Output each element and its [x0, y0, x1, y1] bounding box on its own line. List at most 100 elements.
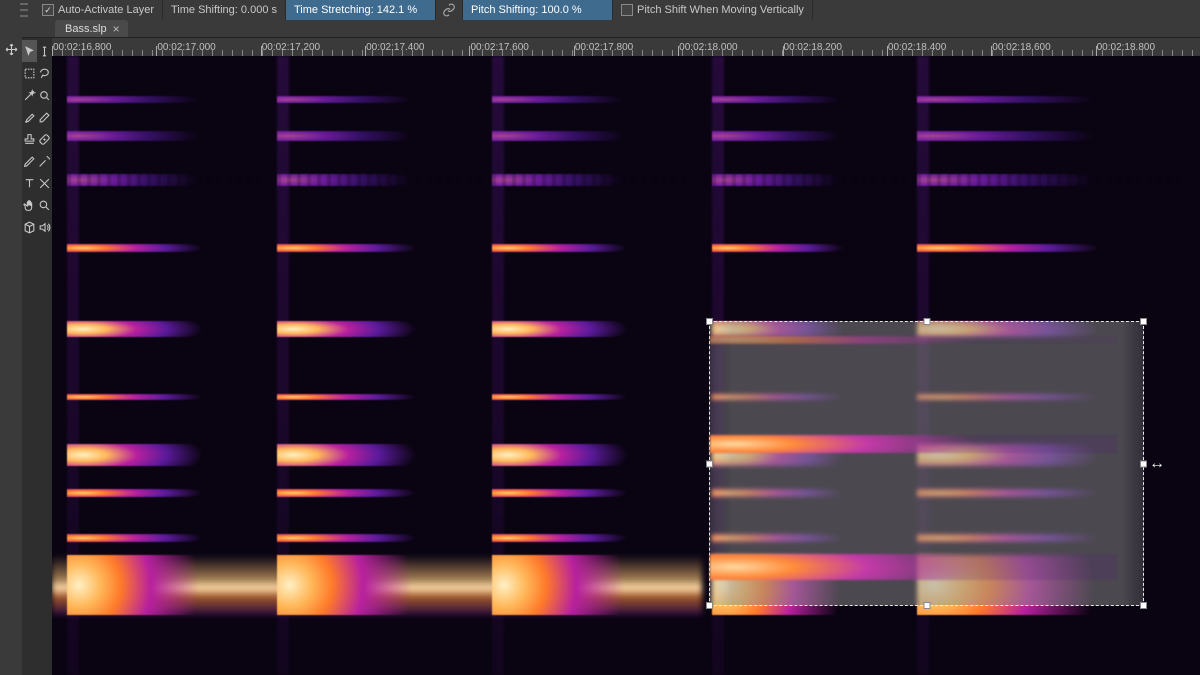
- hand-tool[interactable]: [22, 194, 37, 216]
- link-icon: [440, 3, 458, 17]
- link-toggle[interactable]: [436, 0, 463, 20]
- ruler-time-label: 00:02:17.400: [366, 42, 424, 53]
- pitch-vert-label: Pitch Shift When Moving Vertically: [637, 4, 804, 16]
- selection-content: [710, 322, 1143, 605]
- spectral-segment: [277, 96, 482, 103]
- harmonic-band: [52, 174, 1200, 186]
- spectral-segment: [492, 444, 692, 466]
- ruler-time-label: 00:02:17.200: [262, 42, 320, 53]
- wand-tool[interactable]: [22, 84, 37, 106]
- stamp-tool[interactable]: [22, 128, 37, 150]
- resize-handle-w[interactable]: [706, 460, 713, 467]
- ruler-time-label: 00:02:17.600: [470, 42, 528, 53]
- speaker-tool[interactable]: [37, 216, 52, 238]
- resize-handle-n[interactable]: [923, 318, 930, 325]
- spectral-segment: [492, 321, 692, 337]
- type-tool[interactable]: [22, 172, 37, 194]
- eraser-tool[interactable]: [37, 106, 52, 128]
- resize-handle-se[interactable]: [1140, 602, 1147, 609]
- document-tab[interactable]: Bass.slp ×: [55, 20, 128, 37]
- pitch-shifting-field[interactable]: Pitch Shifting: 100.0 %: [463, 0, 613, 20]
- spectral-segment: [67, 96, 267, 103]
- spectral-segment: [277, 534, 482, 542]
- spectral-segment: [67, 244, 267, 252]
- spectral-segment: [67, 131, 267, 141]
- move-tool[interactable]: [1, 38, 21, 60]
- spectral-segment: [492, 131, 692, 141]
- time-shifting-field[interactable]: Time Shifting: 0.000 s: [163, 0, 286, 20]
- pointer-tool[interactable]: [22, 40, 37, 62]
- spectral-segment: [492, 489, 692, 497]
- pitch-shifting-value: 100.0 %: [541, 4, 581, 16]
- magic-select-tool[interactable]: [37, 84, 52, 106]
- spectral-segment: [917, 174, 1187, 186]
- selection-marquee[interactable]: ↔: [709, 321, 1144, 606]
- time-stretching-field[interactable]: Time Stretching: 142.1 %: [286, 0, 436, 20]
- spectral-segment: [277, 321, 482, 337]
- spectral-segment: [67, 394, 267, 401]
- document-tab-row: Bass.slp ×: [0, 20, 1200, 38]
- pitch-shift-vertical-toggle[interactable]: Pitch Shift When Moving Vertically: [613, 0, 813, 20]
- top-toolbar: Auto-Activate Layer Time Shifting: 0.000…: [0, 0, 1200, 20]
- auto-activate-label: Auto-Activate Layer: [58, 4, 154, 16]
- spectral-segment: [67, 444, 267, 466]
- selection-band: [710, 554, 1117, 580]
- spectral-segment: [492, 96, 692, 103]
- spectral-segment: [67, 555, 267, 615]
- heal-tool[interactable]: [37, 128, 52, 150]
- spectral-segment: [917, 96, 1187, 103]
- pen-tool[interactable]: [22, 150, 37, 172]
- cube-tool[interactable]: [22, 216, 37, 238]
- toolbar-grip-icon[interactable]: [20, 3, 28, 17]
- marquee-tool[interactable]: [22, 62, 37, 84]
- ruler-time-label: 00:02:18.800: [1097, 42, 1155, 53]
- timeline-ruler[interactable]: 00:02:16.800 00:02:17.000 00:02:17.200 00:0…: [52, 38, 1200, 56]
- close-icon[interactable]: ×: [113, 23, 120, 35]
- spectral-segment: [917, 244, 1187, 252]
- pitch-shifting-label: Pitch Shifting:: [471, 4, 538, 16]
- transform-tool[interactable]: [37, 172, 52, 194]
- spectral-segment: [492, 244, 692, 252]
- ruler-time-label: 00:02:17.000: [157, 42, 215, 53]
- tool-strip-left: [0, 20, 22, 675]
- harmonic-band: [52, 131, 1200, 141]
- resize-handle-s[interactable]: [923, 602, 930, 609]
- auto-activate-layer-toggle[interactable]: Auto-Activate Layer: [34, 0, 163, 20]
- time-stretching-value: 142.1 %: [377, 4, 417, 16]
- time-shifting-label: Time Shifting:: [171, 4, 238, 16]
- spectral-segment: [712, 174, 907, 186]
- zoom-tool[interactable]: [37, 194, 52, 216]
- spectral-segment: [277, 244, 482, 252]
- text-cursor-tool[interactable]: [37, 40, 52, 62]
- spectral-segment: [67, 321, 267, 337]
- stretch-arrow-icon[interactable]: ↔: [1149, 455, 1165, 473]
- spray-tool[interactable]: [37, 150, 52, 172]
- time-stretching-label: Time Stretching:: [294, 4, 374, 16]
- resize-handle-ne[interactable]: [1140, 318, 1147, 325]
- lasso-tool[interactable]: [37, 62, 52, 84]
- time-shifting-value: 0.000 s: [241, 4, 277, 16]
- spectral-segment: [277, 444, 482, 466]
- ruler-time-label: 00:02:16.800: [53, 42, 111, 53]
- spectral-segment: [277, 489, 482, 497]
- ruler-time-label: 00:02:18.400: [888, 42, 946, 53]
- resize-handle-e[interactable]: [1140, 460, 1147, 467]
- spectral-segment: [67, 534, 267, 542]
- spectral-segment: [492, 174, 692, 186]
- spectral-segment: [277, 131, 482, 141]
- resize-handle-nw[interactable]: [706, 318, 713, 325]
- resize-handle-sw[interactable]: [706, 602, 713, 609]
- spectrogram-viewport[interactable]: ↔: [52, 56, 1200, 675]
- spectral-segment: [712, 96, 907, 103]
- spectral-segment: [492, 555, 692, 615]
- brush-tool[interactable]: [22, 106, 37, 128]
- harmonic-band: [52, 241, 1200, 255]
- checkbox-icon[interactable]: [42, 4, 54, 16]
- ruler-time-label: 00:02:18.600: [992, 42, 1050, 53]
- checkbox-icon[interactable]: [621, 4, 633, 16]
- selection-band: [710, 336, 1117, 344]
- harmonic-band: [52, 96, 1200, 103]
- tab-filename: Bass.slp: [65, 23, 107, 35]
- spectral-segment: [712, 244, 907, 252]
- spectral-segment: [917, 131, 1187, 141]
